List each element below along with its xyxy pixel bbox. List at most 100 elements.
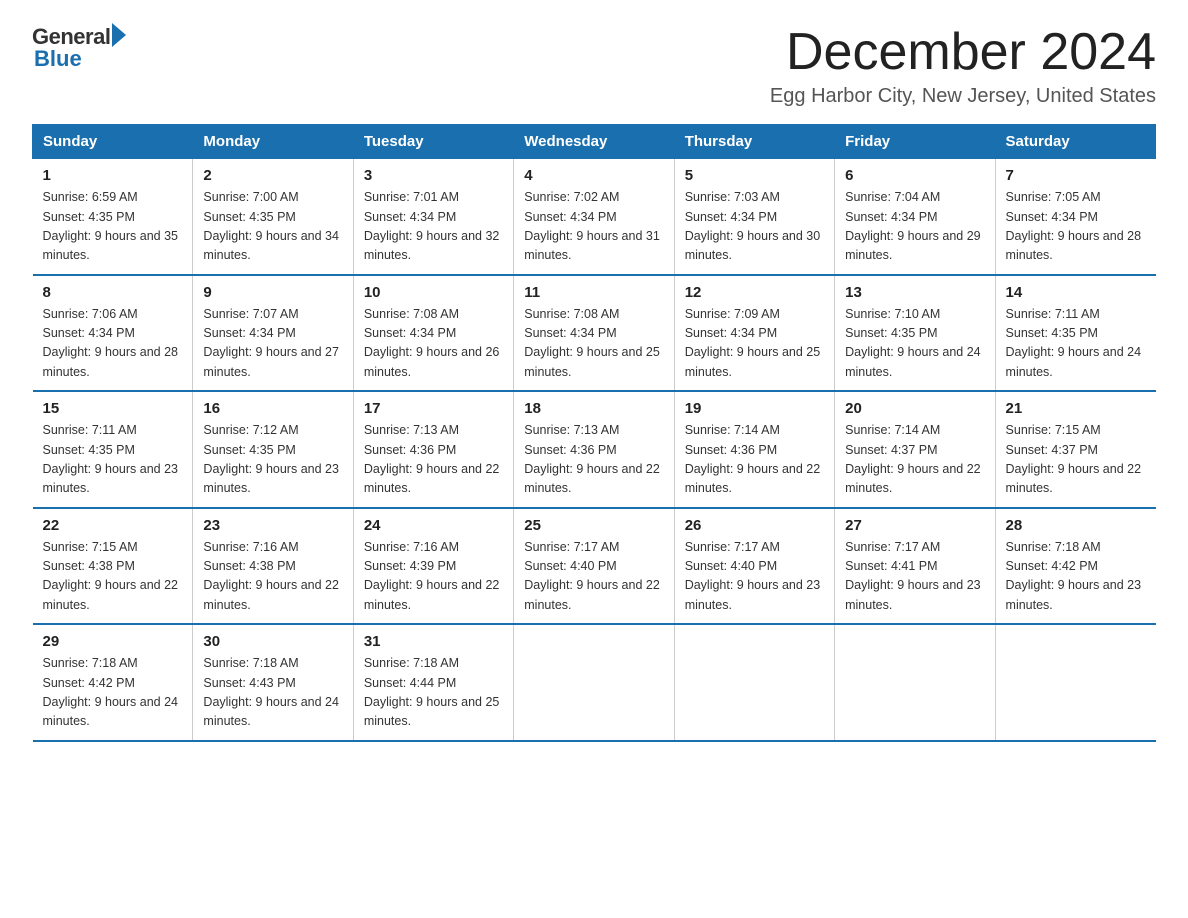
day-cell: 15 Sunrise: 7:11 AMSunset: 4:35 PMDaylig… [33,391,193,508]
day-info: Sunrise: 7:14 AMSunset: 4:36 PMDaylight:… [685,421,824,499]
day-info: Sunrise: 7:13 AMSunset: 4:36 PMDaylight:… [364,421,503,499]
day-info: Sunrise: 7:11 AMSunset: 4:35 PMDaylight:… [43,421,183,499]
day-info: Sunrise: 7:18 AMSunset: 4:42 PMDaylight:… [43,654,183,732]
day-info: Sunrise: 7:09 AMSunset: 4:34 PMDaylight:… [685,305,824,383]
day-cell: 17 Sunrise: 7:13 AMSunset: 4:36 PMDaylig… [353,391,513,508]
day-number: 29 [43,633,183,650]
weekday-header-thursday: Thursday [674,125,834,159]
day-info: Sunrise: 7:17 AMSunset: 4:40 PMDaylight:… [685,538,824,616]
weekday-header-row: SundayMondayTuesdayWednesdayThursdayFrid… [33,125,1156,159]
week-row-3: 15 Sunrise: 7:11 AMSunset: 4:35 PMDaylig… [33,391,1156,508]
weekday-header-sunday: Sunday [33,125,193,159]
day-number: 18 [524,400,663,417]
week-row-1: 1 Sunrise: 6:59 AMSunset: 4:35 PMDayligh… [33,159,1156,275]
day-info: Sunrise: 7:16 AMSunset: 4:38 PMDaylight:… [203,538,342,616]
logo-blue-text: Blue [34,46,82,72]
day-number: 15 [43,400,183,417]
logo-arrow-icon [112,23,126,47]
weekday-header-friday: Friday [835,125,995,159]
day-cell: 7 Sunrise: 7:05 AMSunset: 4:34 PMDayligh… [995,159,1155,275]
day-info: Sunrise: 7:00 AMSunset: 4:35 PMDaylight:… [203,188,342,266]
day-cell: 22 Sunrise: 7:15 AMSunset: 4:38 PMDaylig… [33,508,193,625]
day-info: Sunrise: 7:06 AMSunset: 4:34 PMDaylight:… [43,305,183,383]
day-number: 21 [1006,400,1146,417]
day-cell: 23 Sunrise: 7:16 AMSunset: 4:38 PMDaylig… [193,508,353,625]
day-number: 25 [524,517,663,534]
logo: General Blue [32,24,126,72]
day-number: 17 [364,400,503,417]
day-number: 11 [524,284,663,301]
day-info: Sunrise: 7:11 AMSunset: 4:35 PMDaylight:… [1006,305,1146,383]
page-header: General Blue December 2024 Egg Harbor Ci… [32,24,1156,108]
day-number: 30 [203,633,342,650]
day-number: 7 [1006,167,1146,184]
day-number: 2 [203,167,342,184]
day-number: 8 [43,284,183,301]
day-cell: 19 Sunrise: 7:14 AMSunset: 4:36 PMDaylig… [674,391,834,508]
day-info: Sunrise: 7:08 AMSunset: 4:34 PMDaylight:… [524,305,663,383]
day-info: Sunrise: 7:18 AMSunset: 4:42 PMDaylight:… [1006,538,1146,616]
day-number: 9 [203,284,342,301]
day-cell: 16 Sunrise: 7:12 AMSunset: 4:35 PMDaylig… [193,391,353,508]
day-number: 23 [203,517,342,534]
day-info: Sunrise: 7:14 AMSunset: 4:37 PMDaylight:… [845,421,984,499]
day-number: 10 [364,284,503,301]
weekday-header-tuesday: Tuesday [353,125,513,159]
day-number: 13 [845,284,984,301]
week-row-4: 22 Sunrise: 7:15 AMSunset: 4:38 PMDaylig… [33,508,1156,625]
day-info: Sunrise: 7:13 AMSunset: 4:36 PMDaylight:… [524,421,663,499]
day-cell [995,624,1155,741]
day-number: 31 [364,633,503,650]
day-number: 19 [685,400,824,417]
day-cell: 3 Sunrise: 7:01 AMSunset: 4:34 PMDayligh… [353,159,513,275]
day-cell: 25 Sunrise: 7:17 AMSunset: 4:40 PMDaylig… [514,508,674,625]
month-title: December 2024 [770,24,1156,81]
day-cell: 21 Sunrise: 7:15 AMSunset: 4:37 PMDaylig… [995,391,1155,508]
day-cell: 30 Sunrise: 7:18 AMSunset: 4:43 PMDaylig… [193,624,353,741]
day-cell [835,624,995,741]
day-number: 14 [1006,284,1146,301]
day-number: 24 [364,517,503,534]
day-number: 3 [364,167,503,184]
day-cell: 5 Sunrise: 7:03 AMSunset: 4:34 PMDayligh… [674,159,834,275]
day-cell [674,624,834,741]
weekday-header-wednesday: Wednesday [514,125,674,159]
day-number: 1 [43,167,183,184]
day-number: 22 [43,517,183,534]
day-info: Sunrise: 7:03 AMSunset: 4:34 PMDaylight:… [685,188,824,266]
day-cell: 28 Sunrise: 7:18 AMSunset: 4:42 PMDaylig… [995,508,1155,625]
day-cell: 11 Sunrise: 7:08 AMSunset: 4:34 PMDaylig… [514,275,674,392]
day-cell: 24 Sunrise: 7:16 AMSunset: 4:39 PMDaylig… [353,508,513,625]
day-info: Sunrise: 7:07 AMSunset: 4:34 PMDaylight:… [203,305,342,383]
day-number: 26 [685,517,824,534]
day-number: 28 [1006,517,1146,534]
day-info: Sunrise: 7:02 AMSunset: 4:34 PMDaylight:… [524,188,663,266]
day-number: 6 [845,167,984,184]
day-number: 5 [685,167,824,184]
day-number: 20 [845,400,984,417]
day-info: Sunrise: 7:05 AMSunset: 4:34 PMDaylight:… [1006,188,1146,266]
day-cell [514,624,674,741]
location-title: Egg Harbor City, New Jersey, United Stat… [770,85,1156,108]
day-info: Sunrise: 7:18 AMSunset: 4:43 PMDaylight:… [203,654,342,732]
day-info: Sunrise: 7:08 AMSunset: 4:34 PMDaylight:… [364,305,503,383]
day-info: Sunrise: 7:04 AMSunset: 4:34 PMDaylight:… [845,188,984,266]
day-info: Sunrise: 7:17 AMSunset: 4:40 PMDaylight:… [524,538,663,616]
day-info: Sunrise: 7:15 AMSunset: 4:38 PMDaylight:… [43,538,183,616]
day-cell: 31 Sunrise: 7:18 AMSunset: 4:44 PMDaylig… [353,624,513,741]
day-cell: 8 Sunrise: 7:06 AMSunset: 4:34 PMDayligh… [33,275,193,392]
day-cell: 29 Sunrise: 7:18 AMSunset: 4:42 PMDaylig… [33,624,193,741]
day-cell: 6 Sunrise: 7:04 AMSunset: 4:34 PMDayligh… [835,159,995,275]
calendar-table: SundayMondayTuesdayWednesdayThursdayFrid… [32,124,1156,742]
day-cell: 2 Sunrise: 7:00 AMSunset: 4:35 PMDayligh… [193,159,353,275]
day-info: Sunrise: 7:12 AMSunset: 4:35 PMDaylight:… [203,421,342,499]
day-number: 16 [203,400,342,417]
week-row-5: 29 Sunrise: 7:18 AMSunset: 4:42 PMDaylig… [33,624,1156,741]
day-info: Sunrise: 7:18 AMSunset: 4:44 PMDaylight:… [364,654,503,732]
week-row-2: 8 Sunrise: 7:06 AMSunset: 4:34 PMDayligh… [33,275,1156,392]
day-info: Sunrise: 7:01 AMSunset: 4:34 PMDaylight:… [364,188,503,266]
day-cell: 18 Sunrise: 7:13 AMSunset: 4:36 PMDaylig… [514,391,674,508]
day-cell: 27 Sunrise: 7:17 AMSunset: 4:41 PMDaylig… [835,508,995,625]
day-number: 4 [524,167,663,184]
day-cell: 26 Sunrise: 7:17 AMSunset: 4:40 PMDaylig… [674,508,834,625]
